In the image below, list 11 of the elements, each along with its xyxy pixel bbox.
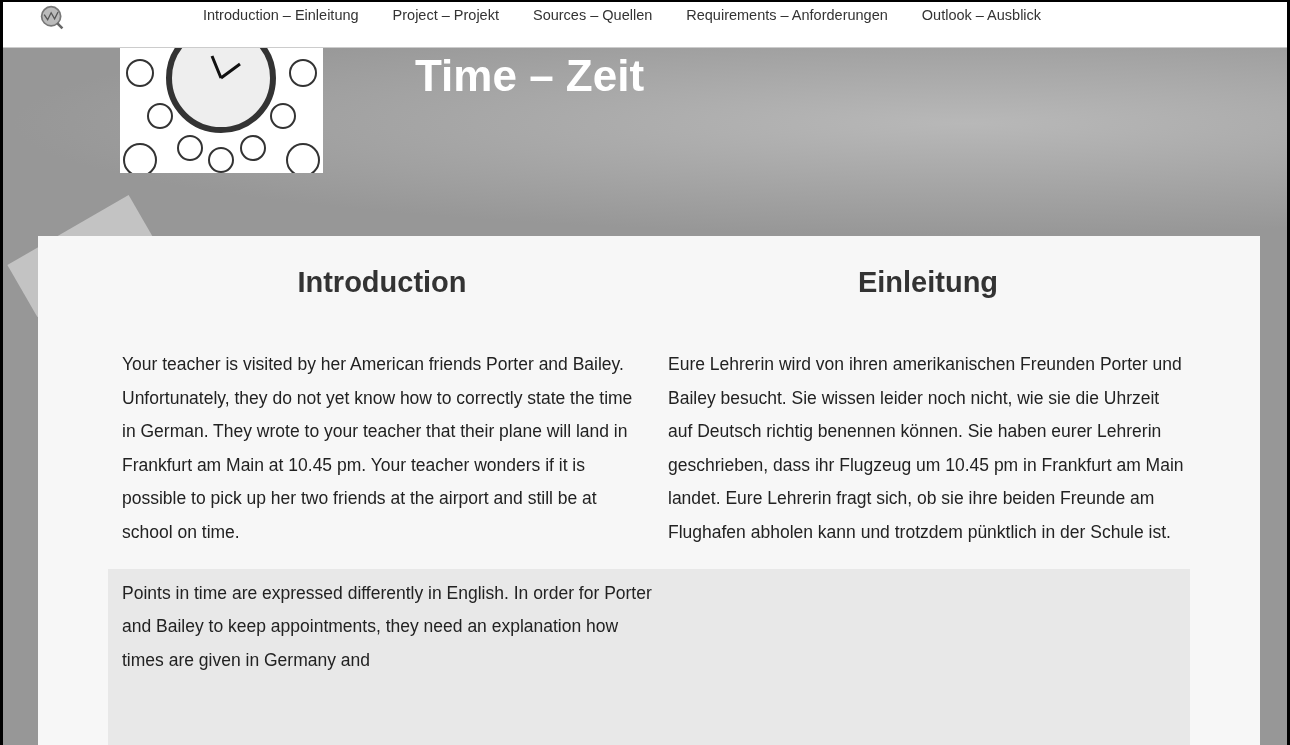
paragraph: Your teacher is visited by her American friends Porter and Bailey. Unfortunately, they do not yet know how to correctly state the time in German. They wrote to your teacher that their plane will land in Frankfurt am Main at 10.45 pm. Your teacher wonders if it is possible to pick up her two friends at the airport and still be at school on time. [122,353,634,544]
page-title: Time – Zeit [415,50,645,102]
nav-link[interactable]: Introduction – Einleitung [203,6,359,23]
section-heading: Introduction [296,265,468,300]
nav-link[interactable]: Requirements – Anforderungen [686,6,888,23]
nav-link[interactable]: Outlook – Ausblick [921,6,1042,23]
nav-link[interactable]: Project – Projekt [392,6,499,23]
note-paragraph: Points in time are expressed differently in English. In order for Porter and Bailey to keep appointments, they need an explanation how times are given in Germany and [122,581,652,672]
paragraph: Eure Lehrerin wird von ihren amerikanischen Freunden Porter und Bailey besucht. Sie wissen leider noch nicht, wie sie die Uhrzeit auf Deutsch richtig benennen können. Sie haben eurer Lehrerin geschrieben, dass ihr Flugzeug um 10.45 pm in Frankfurt am Main landet. Eure Lehrerin fragt sich, ob sie ihre beiden Freunde am Flughafen abholen kann und trotzdem pünktlich in der Schule ist. [668,353,1185,544]
nav-link[interactable]: Sources – Quellen [532,6,653,23]
section-heading: Einleitung [856,265,1000,300]
